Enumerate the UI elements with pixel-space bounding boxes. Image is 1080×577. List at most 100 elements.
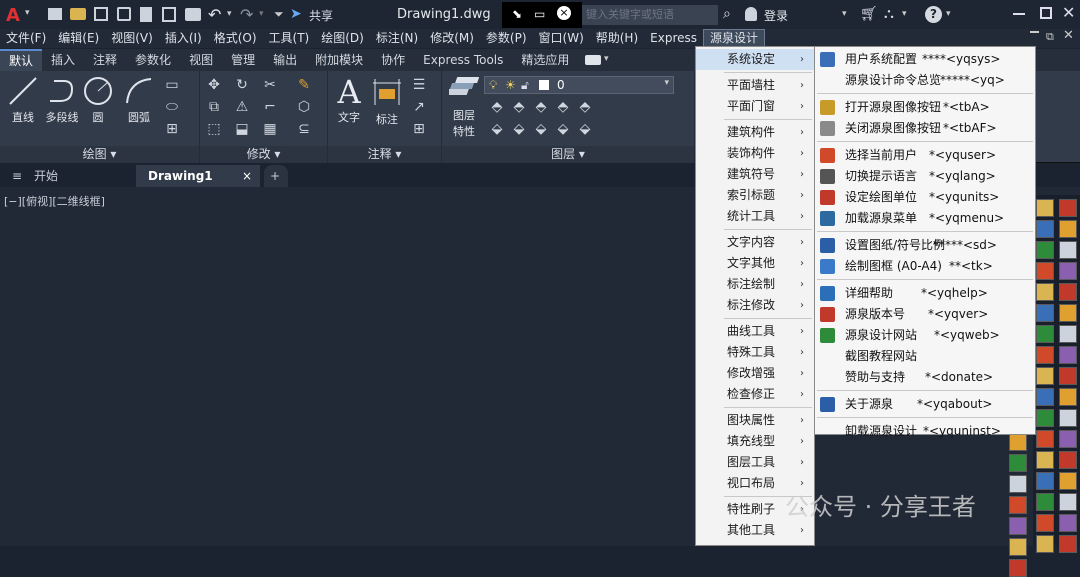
scale-icon[interactable]: ⬓ xyxy=(233,120,251,138)
menu-item-8[interactable]: 修改(M) xyxy=(424,29,480,48)
fillet-icon[interactable]: ⌐ xyxy=(261,98,279,116)
yq-tool-button-icon[interactable] xyxy=(1059,472,1077,490)
yq-menu-item-0[interactable]: 系统设定 › xyxy=(696,49,814,70)
yq-tool-button-icon[interactable] xyxy=(1036,283,1054,301)
settings-item-10[interactable]: 详细帮助 *<yqhelp> xyxy=(815,283,1035,304)
maximize-icon[interactable] xyxy=(1040,7,1052,19)
app-logo-icon[interactable]: A xyxy=(6,5,22,26)
yq-tool-button-icon[interactable] xyxy=(1059,262,1077,280)
menu-item-7[interactable]: 标注(N) xyxy=(370,29,424,48)
ribbon-tab-6[interactable]: 输出 xyxy=(264,49,306,71)
yq-menu-item-9[interactable]: 文字其他 › xyxy=(696,253,814,274)
minimize-icon[interactable] xyxy=(1013,13,1025,15)
layer-tool-9-icon[interactable]: ⬙ xyxy=(554,120,572,138)
undo-dropdown-icon[interactable]: ▾ xyxy=(227,9,232,19)
layer-dropdown[interactable]: 💡︎ ☀ 🔓︎ 0 ▾ xyxy=(484,76,674,94)
layer-tool-3-icon[interactable]: ⬘ xyxy=(532,98,550,116)
offset-icon[interactable]: ⊆ xyxy=(295,120,313,138)
yq-tool-button-icon[interactable] xyxy=(1059,409,1077,427)
yq-tool-button-icon[interactable] xyxy=(1036,409,1054,427)
layer-tool-7-icon[interactable]: ⬙ xyxy=(510,120,528,138)
connect-icon[interactable]: ⛬ xyxy=(884,6,894,22)
help-dropdown-icon[interactable]: ▾ xyxy=(946,9,951,19)
tab-drawing1[interactable]: Drawing1 × xyxy=(136,165,260,187)
yq-menu-item-5[interactable]: 建筑符号 › xyxy=(696,164,814,185)
close-icon[interactable]: ✕ xyxy=(1062,3,1075,22)
settings-item-13[interactable]: 截图教程网站 xyxy=(815,346,1035,367)
annotation-table-icon[interactable]: ⊞ xyxy=(410,120,428,138)
settings-item-14[interactable]: 赞助与支持 *<donate> xyxy=(815,367,1035,388)
settings-item-3[interactable]: 关闭源泉图像按钮 *<tbAF> xyxy=(815,118,1035,139)
trim-icon[interactable]: ✂ xyxy=(261,76,279,94)
doc-minimize-icon[interactable] xyxy=(1030,31,1039,33)
rotate-icon[interactable]: ↻ xyxy=(233,76,251,94)
yq-menu-item-14[interactable]: 修改增强 › xyxy=(696,363,814,384)
layer-tool-5-icon[interactable]: ⬘ xyxy=(576,98,594,116)
layer-tool-10-icon[interactable]: ⬙ xyxy=(576,120,594,138)
yq-tool-button-icon[interactable] xyxy=(1036,262,1054,280)
print-icon[interactable] xyxy=(185,8,201,21)
yq-menu-item-17[interactable]: 填充线型 › xyxy=(696,431,814,452)
layer-tool-1-icon[interactable]: ⬘ xyxy=(488,98,506,116)
mleader-icon[interactable]: ↗ xyxy=(410,98,428,116)
yq-menu-item-3[interactable]: 建筑构件 › xyxy=(696,122,814,143)
yq-tool-button-icon[interactable] xyxy=(1009,454,1027,472)
yq-tool-button-icon[interactable] xyxy=(1059,367,1077,385)
layer-tool-2-icon[interactable]: ⬘ xyxy=(510,98,528,116)
tab-close-icon[interactable]: × xyxy=(242,165,252,187)
window-icon[interactable]: ▭ xyxy=(534,7,545,21)
yq-menu-item-6[interactable]: 索引标题 › xyxy=(696,185,814,206)
ribbon-tab-8[interactable]: 协作 xyxy=(372,49,414,71)
layers-panel-title[interactable]: 图层 ▾ xyxy=(442,146,694,163)
yq-tool-button-icon[interactable] xyxy=(1036,493,1054,511)
yq-tool-button-icon[interactable] xyxy=(1036,451,1054,469)
hatch-icon[interactable]: ⬭ xyxy=(163,98,181,116)
redo-dropdown-icon[interactable]: ▾ xyxy=(259,9,264,19)
tab-start[interactable]: 开始 xyxy=(28,165,136,187)
menu-item-5[interactable]: 工具(T) xyxy=(263,29,316,48)
ribbon-tab-5[interactable]: 管理 xyxy=(222,49,264,71)
yq-tool-button-icon[interactable] xyxy=(1036,199,1054,217)
yq-tool-button-icon[interactable] xyxy=(1036,388,1054,406)
ribbon-tab-0[interactable]: 默认 xyxy=(0,49,43,71)
settings-item-1[interactable]: 源泉设计命令总览 *****<yq> xyxy=(815,70,1035,91)
ribbon-tab-1[interactable]: 插入 xyxy=(42,49,84,71)
line-button[interactable]: 直线 xyxy=(6,75,40,125)
yq-tool-button-icon[interactable] xyxy=(1059,304,1077,322)
yq-tool-button-icon[interactable] xyxy=(1009,559,1027,577)
polyline-button[interactable]: 多段线 xyxy=(42,75,82,125)
yq-tool-button-icon[interactable] xyxy=(1059,241,1077,259)
yq-menu-item-21[interactable]: 其他工具 › xyxy=(696,520,814,541)
yq-tool-button-icon[interactable] xyxy=(1036,367,1054,385)
help-icon[interactable]: ? xyxy=(925,6,942,23)
yq-tool-button-icon[interactable] xyxy=(1036,514,1054,532)
settings-item-12[interactable]: 源泉设计网站 *<yqweb> xyxy=(815,325,1035,346)
pointer-icon[interactable]: ⬊ xyxy=(512,7,522,21)
settings-item-9[interactable]: 绘制图框 (A0-A4) **<tk> xyxy=(815,256,1035,277)
menu-item-2[interactable]: 视图(V) xyxy=(105,29,159,48)
yq-tool-button-icon[interactable] xyxy=(1009,538,1027,556)
quick-access-more-icon[interactable]: ⏷ xyxy=(274,7,284,22)
menu-item-11[interactable]: 帮助(H) xyxy=(590,29,644,48)
menu-item-1[interactable]: 编辑(E) xyxy=(52,29,105,48)
yq-menu-item-8[interactable]: 文字内容 › xyxy=(696,232,814,253)
array-icon[interactable]: ▦ xyxy=(261,120,279,138)
close-capture-icon[interactable]: × xyxy=(557,6,571,20)
yq-tool-button-icon[interactable] xyxy=(1036,325,1054,343)
settings-item-0[interactable]: 用户系统配置 ****<yqsys> xyxy=(815,49,1035,70)
move-icon[interactable]: ✥ xyxy=(205,76,223,94)
search-input[interactable]: 键入关键字或短语 xyxy=(582,5,718,25)
ribbon-tab-7[interactable]: 附加模块 xyxy=(306,49,372,71)
yq-tool-button-icon[interactable] xyxy=(1009,475,1027,493)
menu-item-3[interactable]: 插入(I) xyxy=(159,29,208,48)
doc-restore-icon[interactable]: ⧉ xyxy=(1046,30,1054,44)
new-file-icon[interactable] xyxy=(48,8,62,20)
settings-item-15[interactable]: 关于源泉 *<yqabout> xyxy=(815,394,1035,415)
leader-icon[interactable]: ☰ xyxy=(410,76,428,94)
ribbon-options-icon[interactable]: ▾ xyxy=(604,54,609,64)
yq-tool-button-icon[interactable] xyxy=(1059,283,1077,301)
ribbon-tab-9[interactable]: Express Tools xyxy=(414,49,512,71)
annotation-panel-title[interactable]: 注释 ▾ xyxy=(328,146,441,163)
ribbon-tab-10[interactable]: 精选应用 xyxy=(512,49,578,71)
yq-tool-button-icon[interactable] xyxy=(1059,346,1077,364)
